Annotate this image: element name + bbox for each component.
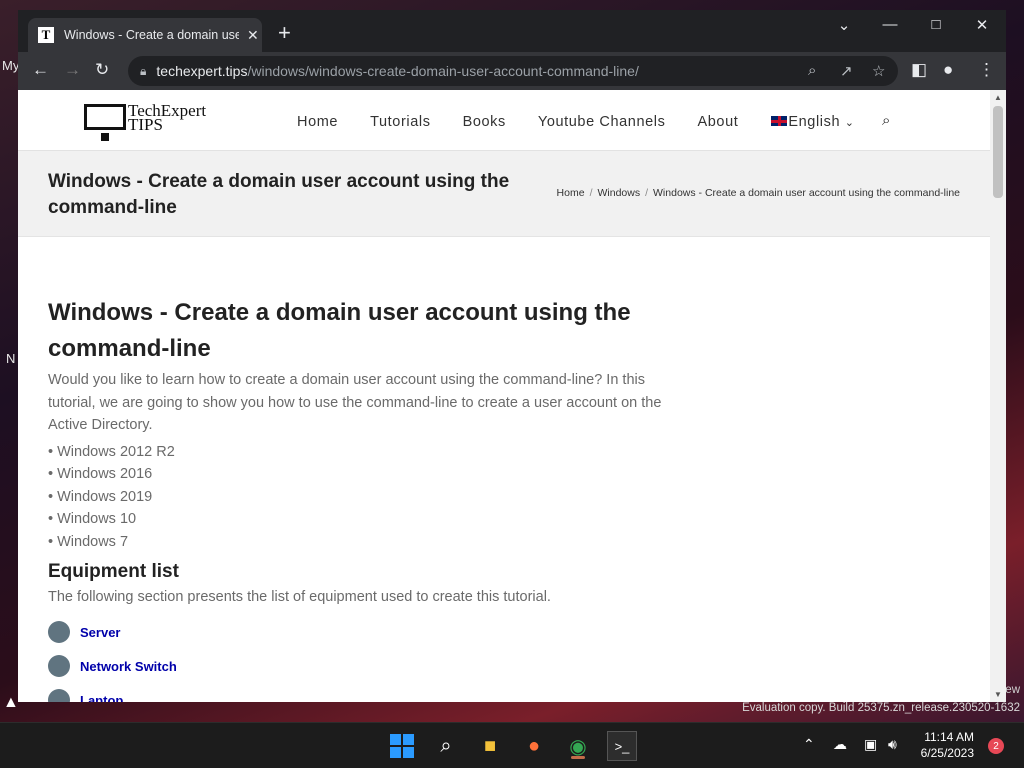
clock-time: 11:14 AM [924, 730, 974, 744]
monitor-icon [84, 104, 126, 141]
title-bar: T Windows - Create a domain user account… [18, 10, 1006, 52]
back-icon[interactable]: ← [32, 60, 49, 80]
start-icon[interactable] [387, 731, 417, 761]
new-tab-icon[interactable]: + [278, 20, 291, 46]
os-list: • Windows 2012 R2 • Windows 2016 • Windo… [48, 441, 688, 554]
breadcrumb-home[interactable]: Home [557, 187, 585, 199]
show-hidden-icons-icon[interactable]: ⌃ [803, 736, 815, 753]
uk-flag-icon [770, 115, 789, 127]
scroll-up-icon[interactable]: ▲ [994, 93, 1002, 102]
menu-home[interactable]: Home [297, 114, 338, 130]
menu-about[interactable]: About [697, 114, 738, 130]
chrome-icon[interactable]: ◉ [563, 731, 593, 761]
desktop-label: N [6, 351, 16, 366]
close-window-icon[interactable]: ✕ [959, 16, 1005, 34]
tab-search-icon[interactable]: ⌄ [821, 16, 867, 34]
search-icon[interactable]: ⌕ [882, 112, 890, 129]
terminal-icon[interactable]: >_ [607, 731, 637, 761]
url-host: techexpert.tips [156, 63, 248, 79]
scroll-down-icon[interactable]: ▼ [994, 690, 1002, 699]
taskbar: ⌕ ■ ● ◉ >_ ⌃ ☁ ▣ 🔊︎ 11:14 AM 6/25/2023 2 [0, 722, 1024, 768]
menu-kebab-icon[interactable]: ⋮ [978, 60, 995, 80]
cloud-offline-icon[interactable]: ☁ [833, 736, 847, 753]
url-path: /windows/windows-create-domain-user-acco… [247, 63, 639, 79]
share-icon[interactable]: ↗ [840, 62, 853, 80]
minimize-icon[interactable]: — [867, 16, 913, 33]
equipment-intro: The following section presents the list … [48, 589, 551, 605]
equipment-link-laptop[interactable]: Laptop [80, 693, 123, 703]
list-item: • Windows 7 [48, 533, 129, 550]
clock[interactable]: 11:14 AM 6/25/2023 [921, 729, 974, 761]
page-scrollbar[interactable]: ▲ ▼ [990, 90, 1006, 702]
tab-title: Windows - Create a domain user account u… [64, 28, 239, 42]
equipment-link-network-switch[interactable]: Network Switch [80, 659, 177, 674]
mouse-cursor-icon: ▲ [3, 694, 19, 711]
chevron-down-icon: ⌄ [844, 117, 855, 129]
file-explorer-icon[interactable]: ■ [475, 731, 505, 761]
equipment-image [48, 689, 70, 702]
network-icon[interactable]: ▣ [864, 736, 877, 753]
browser-window: T Windows - Create a domain user account… [18, 10, 1006, 702]
maximize-icon[interactable]: □ [913, 16, 959, 33]
article-intro: Would you like to learn how to create a … [48, 372, 662, 433]
list-item: • Windows 2012 R2 [48, 443, 175, 460]
lock-icon: 🔒︎ [140, 63, 147, 78]
reload-icon[interactable]: ↻ [95, 60, 109, 80]
clock-date: 6/25/2023 [920, 746, 974, 760]
equipment-image [48, 621, 70, 643]
equipment-image [48, 655, 70, 677]
menu-books[interactable]: Books [463, 114, 506, 130]
site-navbar: TechExpert TIPS Home Tutorials Books You… [18, 90, 990, 151]
breadcrumb-current: Windows - Create a domain user account u… [653, 187, 960, 199]
profile-icon[interactable]: ● [943, 60, 953, 80]
firefox-icon[interactable]: ● [519, 731, 549, 761]
menu-youtube-channels[interactable]: Youtube Channels [538, 114, 666, 130]
menu-tutorials[interactable]: Tutorials [370, 114, 430, 130]
list-item: Network Switch [48, 649, 688, 683]
list-item: • Windows 2019 [48, 488, 153, 505]
article-title: Windows - Create a domain user account u… [48, 299, 631, 362]
notification-badge[interactable]: 2 [988, 738, 1004, 754]
search-icon[interactable]: ⌕ [431, 731, 461, 761]
browser-tab[interactable]: T Windows - Create a domain user account… [28, 18, 262, 52]
side-panel-icon[interactable]: ◧ [911, 60, 927, 80]
page-banner: Windows - Create a domain user account u… [18, 151, 990, 237]
language-selector[interactable]: English ⌄ [770, 114, 854, 130]
list-item: • Windows 2016 [48, 466, 153, 482]
site-logo[interactable]: TechExpert TIPS [84, 102, 206, 141]
browser-toolbar: ← → ↻ 🔒︎ techexpert.tips/windows/windows… [18, 52, 1006, 90]
article: Windows - Create a domain user account u… [48, 295, 688, 702]
equipment-link-server[interactable]: Server [80, 625, 120, 640]
main-menu: Home Tutorials Books Youtube Channels Ab… [297, 114, 887, 130]
bookmark-star-icon[interactable]: ☆ [872, 62, 885, 80]
desktop-label: My [2, 58, 20, 73]
breadcrumb: Home / Windows / Windows - Create a domain u… [556, 187, 960, 199]
list-item: • Windows 10 [48, 511, 137, 527]
forward-icon[interactable]: → [64, 60, 81, 80]
breadcrumb-windows[interactable]: Windows [597, 187, 640, 199]
banner-title: Windows - Create a domain user account u… [48, 171, 510, 218]
site-favicon: T [38, 27, 54, 43]
logo-line2: TIPS [128, 115, 163, 134]
list-item: Server [48, 615, 688, 649]
list-item: Laptop [48, 683, 688, 702]
scrollbar-thumb[interactable] [993, 106, 1003, 198]
evaluation-watermark: Evaluation copy. Build 25375.zn_release.… [742, 702, 1020, 714]
zoom-search-icon[interactable]: ⌕ [808, 62, 816, 79]
language-label: English [788, 114, 841, 130]
close-tab-icon[interactable]: ✕ [247, 27, 259, 44]
address-bar[interactable]: 🔒︎ techexpert.tips/windows/windows-creat… [128, 56, 898, 86]
equipment-list: Server Network Switch Laptop [48, 615, 688, 702]
equipment-heading: Equipment list [48, 561, 179, 582]
volume-icon[interactable]: 🔊︎ [888, 736, 897, 753]
web-page: TechExpert TIPS Home Tutorials Books You… [18, 90, 990, 702]
desktop-watermark-fragment: ew [1005, 684, 1020, 696]
